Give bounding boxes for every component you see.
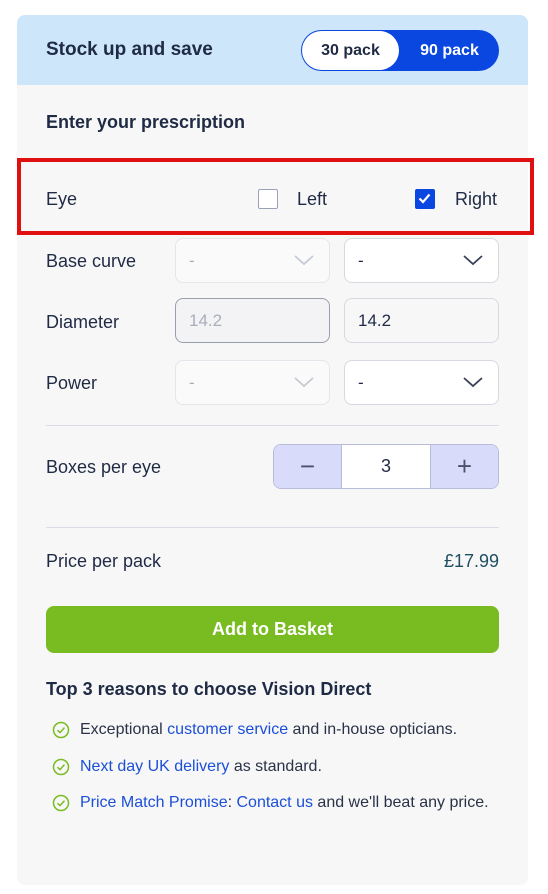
chevron-down-icon bbox=[463, 255, 483, 266]
price-match-promise-link[interactable]: Price Match Promise bbox=[80, 794, 228, 811]
contact-us-link[interactable]: Contact us bbox=[236, 794, 312, 811]
reason-text: Exceptional bbox=[80, 721, 168, 738]
chevron-down-icon bbox=[294, 255, 314, 266]
pack-size-toggle[interactable]: 30 pack 90 pack bbox=[301, 30, 499, 71]
pack-30-option[interactable]: 30 pack bbox=[302, 31, 399, 70]
check-circle-icon bbox=[52, 721, 70, 739]
reason-item: Price Match Promise: Contact us and we'l… bbox=[80, 790, 500, 816]
base-curve-right-value: - bbox=[358, 251, 364, 270]
chevron-down-icon bbox=[463, 377, 483, 388]
power-right-select[interactable]: - bbox=[344, 360, 499, 405]
base-curve-left-value: - bbox=[189, 251, 195, 270]
check-circle-icon bbox=[52, 758, 70, 776]
base-curve-left-select[interactable]: - bbox=[175, 238, 330, 283]
reason-text: and we'll beat any price. bbox=[312, 794, 489, 811]
customer-service-link[interactable]: customer service bbox=[167, 721, 288, 738]
power-left-value: - bbox=[189, 373, 195, 392]
boxes-quantity-value[interactable]: 3 bbox=[342, 445, 430, 488]
base-curve-label: Base curve bbox=[46, 251, 137, 271]
right-eye-checkbox[interactable] bbox=[415, 189, 435, 209]
reason-item: Exceptional customer service and in-hous… bbox=[80, 717, 500, 743]
base-curve-right-select[interactable]: - bbox=[344, 238, 499, 283]
reason-item: Next day UK delivery as standard. bbox=[80, 754, 500, 780]
price-per-pack-label: Price per pack bbox=[46, 551, 162, 571]
boxes-stepper: − 3 + bbox=[273, 444, 499, 489]
diameter-right-value: 14.2 bbox=[358, 311, 392, 330]
power-left-select[interactable]: - bbox=[175, 360, 330, 405]
next-day-delivery-link[interactable]: Next day UK delivery bbox=[80, 758, 229, 775]
left-eye-label[interactable]: Left bbox=[297, 189, 327, 210]
diameter-left-value: 14.2 bbox=[189, 311, 223, 330]
power-label: Power bbox=[46, 373, 98, 393]
pack-90-option[interactable]: 90 pack bbox=[401, 30, 498, 71]
boxes-per-eye-label: Boxes per eye bbox=[46, 457, 162, 477]
checkmark-icon bbox=[418, 193, 431, 204]
price-per-pack-value: £17.99 bbox=[443, 551, 499, 571]
left-eye-checkbox[interactable] bbox=[258, 189, 278, 209]
reason-text: and in-house opticians. bbox=[288, 721, 458, 738]
diameter-right-field: 14.2 bbox=[344, 298, 499, 343]
prescription-heading: Enter your prescription bbox=[46, 112, 246, 132]
diameter-label: Diameter bbox=[46, 312, 120, 332]
decrease-button[interactable]: − bbox=[274, 445, 342, 488]
power-right-value: - bbox=[358, 373, 364, 392]
right-eye-label[interactable]: Right bbox=[455, 189, 497, 210]
diameter-left-field: 14.2 bbox=[175, 298, 330, 343]
reason-text: as standard. bbox=[229, 758, 322, 775]
increase-button[interactable]: + bbox=[430, 445, 498, 488]
chevron-down-icon bbox=[294, 377, 314, 388]
stock-up-banner: Stock up and save 30 pack 90 pack bbox=[17, 15, 528, 85]
check-circle-icon bbox=[52, 794, 70, 812]
divider bbox=[46, 425, 499, 426]
eye-label: Eye bbox=[46, 189, 78, 209]
divider bbox=[46, 527, 499, 528]
add-to-basket-button[interactable]: Add to Basket bbox=[46, 606, 499, 653]
stock-up-title: Stock up and save bbox=[46, 39, 213, 60]
reasons-heading: Top 3 reasons to choose Vision Direct bbox=[46, 679, 372, 699]
